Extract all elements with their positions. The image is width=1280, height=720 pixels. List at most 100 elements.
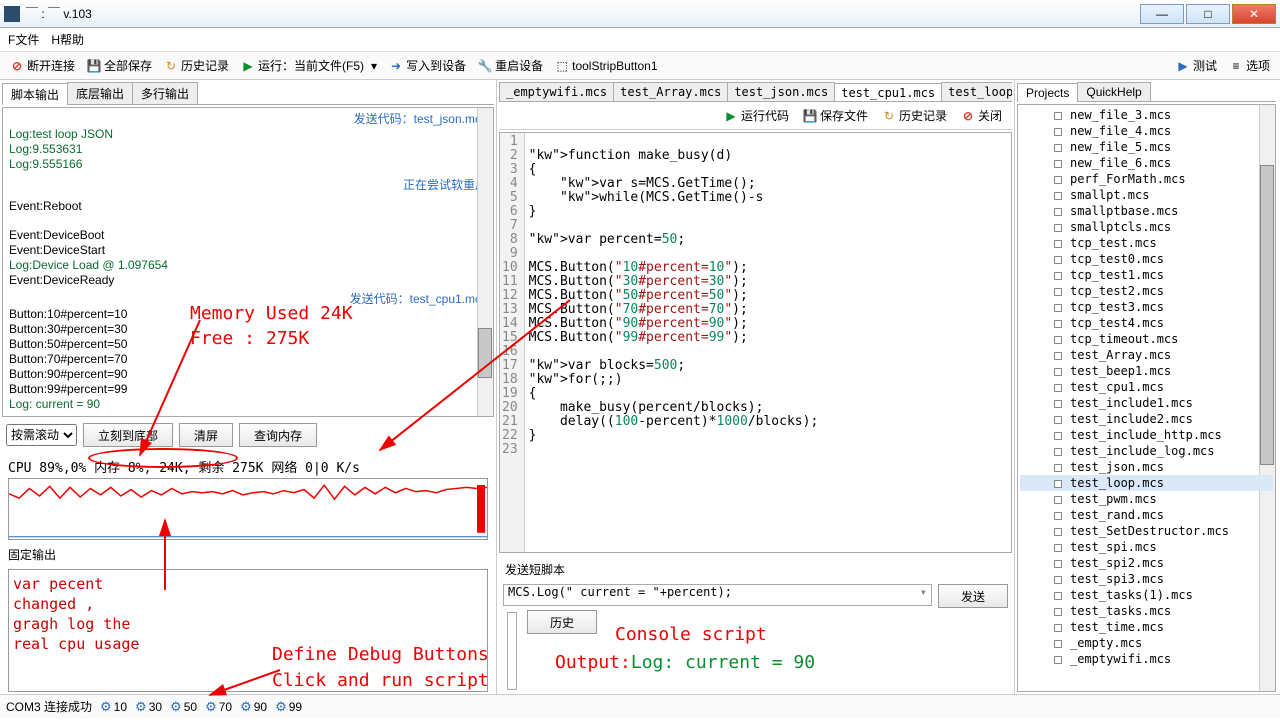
toolbar: ⊘断开连接 💾全部保存 ↻历史记录 ▶运行：当前文件(F5)▾ ➜写入到设备 🔧… xyxy=(0,52,1280,80)
log-line: Button:90#percent=90 xyxy=(9,367,487,382)
menu-file[interactable]: F文件 xyxy=(8,31,39,48)
project-tree[interactable]: new_file_3.mcsnew_file_4.mcsnew_file_5.m… xyxy=(1017,104,1276,692)
log-line: Event:DeviceBoot xyxy=(9,228,487,243)
editor-run-button[interactable]: ▶运行代码 xyxy=(720,105,793,126)
code-editor[interactable]: 1234567891011121314151617181920212223 "k… xyxy=(499,132,1012,553)
editor-save-button[interactable]: 💾保存文件 xyxy=(799,105,872,126)
send-button[interactable]: 发送 xyxy=(938,584,1008,608)
project-file[interactable]: test_tasks(1).mcs xyxy=(1020,587,1273,603)
log-line: 发送代码：test_json.mcs xyxy=(354,112,487,126)
send-script-input[interactable]: MCS.Log(" current = "+percent);▾ xyxy=(503,584,932,606)
app-icon xyxy=(4,6,20,22)
log-pane[interactable]: 发送代码：test_json.mcs Log:test loop JSON Lo… xyxy=(2,107,494,417)
close-icon: ⊘ xyxy=(961,109,975,123)
writedev-button[interactable]: ➜写入到设备 xyxy=(385,55,470,76)
file-tab[interactable]: _emptywifi.mcs xyxy=(499,82,614,101)
gear-icon: ⚙ xyxy=(170,699,182,715)
history-button[interactable]: ↻历史记录 xyxy=(160,55,233,76)
project-file[interactable]: new_file_3.mcs xyxy=(1020,107,1273,123)
gear-icon: ⚙ xyxy=(205,699,217,715)
project-file[interactable]: test_spi.mcs xyxy=(1020,539,1273,555)
project-file[interactable]: new_file_5.mcs xyxy=(1020,139,1273,155)
tab-script-output[interactable]: 脚本输出 xyxy=(2,83,68,105)
cpu-graph xyxy=(8,478,488,540)
debug-btn-90[interactable]: ⚙90 xyxy=(240,699,267,715)
debug-btn-50[interactable]: ⚙50 xyxy=(170,699,197,715)
project-file[interactable]: tcp_test2.mcs xyxy=(1020,283,1273,299)
debug-btn-99[interactable]: ⚙99 xyxy=(275,699,302,715)
tab-quickhelp[interactable]: QuickHelp xyxy=(1077,82,1150,101)
file-tab[interactable]: test_Array.mcs xyxy=(613,82,728,101)
project-file[interactable]: test_json.mcs xyxy=(1020,459,1273,475)
disconnect-button[interactable]: ⊘断开连接 xyxy=(6,55,79,76)
project-file[interactable]: test_beep1.mcs xyxy=(1020,363,1273,379)
tab-multiline-output[interactable]: 多行输出 xyxy=(132,82,198,104)
minimize-button[interactable]: — xyxy=(1140,4,1184,24)
project-file[interactable]: tcp_test4.mcs xyxy=(1020,315,1273,331)
fixed-output-label: 固定输出 xyxy=(2,542,494,567)
project-file[interactable]: test_spi2.mcs xyxy=(1020,555,1273,571)
project-file[interactable]: test_pwm.mcs xyxy=(1020,491,1273,507)
project-file[interactable]: test_loop.mcs xyxy=(1020,475,1273,491)
project-file[interactable]: test_include2.mcs xyxy=(1020,411,1273,427)
toolstrip-button[interactable]: ⬚toolStripButton1 xyxy=(551,57,661,75)
project-file[interactable]: test_SetDestructor.mcs xyxy=(1020,523,1273,539)
project-file[interactable]: test_time.mcs xyxy=(1020,619,1273,635)
querymem-button[interactable]: 查询内存 xyxy=(239,423,317,447)
port-status: COM3 连接成功 xyxy=(6,698,92,715)
tab-projects[interactable]: Projects xyxy=(1017,83,1078,102)
project-file[interactable]: test_rand.mcs xyxy=(1020,507,1273,523)
scroll-bottom-button[interactable]: 立刻到底部 xyxy=(83,423,173,447)
project-file[interactable]: test_include_http.mcs xyxy=(1020,427,1273,443)
send-history-button[interactable]: 历史 xyxy=(527,610,597,634)
project-file[interactable]: test_spi3.mcs xyxy=(1020,571,1273,587)
project-file[interactable]: test_tasks.mcs xyxy=(1020,603,1273,619)
project-file[interactable]: test_include1.mcs xyxy=(1020,395,1273,411)
tab-lowlevel-output[interactable]: 底层输出 xyxy=(67,82,133,104)
project-file[interactable]: tcp_timeout.mcs xyxy=(1020,331,1273,347)
log-scrollbar[interactable] xyxy=(477,108,493,416)
project-file[interactable]: smallpt.mcs xyxy=(1020,187,1273,203)
reset-icon: 🔧 xyxy=(478,59,492,73)
editor-close-button[interactable]: ⊘关闭 xyxy=(957,105,1006,126)
project-file[interactable]: new_file_6.mcs xyxy=(1020,155,1273,171)
saveall-button[interactable]: 💾全部保存 xyxy=(83,55,156,76)
run-button[interactable]: ▶运行：当前文件(F5)▾ xyxy=(237,55,381,76)
file-tab-active[interactable]: test_cpu1.mcs xyxy=(834,83,942,102)
scroll-mode-select[interactable]: 按需滚动 xyxy=(6,424,77,446)
menu-help[interactable]: H帮助 xyxy=(51,31,84,48)
project-file[interactable]: test_Array.mcs xyxy=(1020,347,1273,363)
project-file[interactable]: tcp_test0.mcs xyxy=(1020,251,1273,267)
file-tab[interactable]: test_loop.mcs xyxy=(941,82,1012,101)
project-file[interactable]: perf_ForMath.mcs xyxy=(1020,171,1273,187)
project-file[interactable]: smallptcls.mcs xyxy=(1020,219,1273,235)
log-line: Button:99#percent=99 xyxy=(9,382,487,397)
project-file[interactable]: tcp_test.mcs xyxy=(1020,235,1273,251)
debug-btn-10[interactable]: ⚙10 xyxy=(100,699,127,715)
log-line: Button:70#percent=70 xyxy=(9,352,487,367)
save-icon: 💾 xyxy=(803,109,817,123)
project-file[interactable]: tcp_test3.mcs xyxy=(1020,299,1273,315)
project-file[interactable]: _empty.mcs xyxy=(1020,635,1273,651)
titlebar: ￣ : ￣ v.103 — □ ✕ xyxy=(0,0,1280,28)
close-button[interactable]: ✕ xyxy=(1232,4,1276,24)
options-button[interactable]: ≡选项 xyxy=(1225,55,1274,76)
project-file[interactable]: tcp_test1.mcs xyxy=(1020,267,1273,283)
debug-btn-70[interactable]: ⚙70 xyxy=(205,699,232,715)
resetdev-button[interactable]: 🔧重启设备 xyxy=(474,55,547,76)
project-file[interactable]: test_cpu1.mcs xyxy=(1020,379,1273,395)
test-icon: ▶ xyxy=(1176,59,1190,73)
project-file[interactable]: new_file_4.mcs xyxy=(1020,123,1273,139)
file-tab[interactable]: test_json.mcs xyxy=(727,82,835,101)
output-tabs: 脚本输出 底层输出 多行输出 xyxy=(2,82,494,105)
maximize-button[interactable]: □ xyxy=(1186,4,1230,24)
project-file[interactable]: test_include_log.mcs xyxy=(1020,443,1273,459)
editor-history-button[interactable]: ↻历史记录 xyxy=(878,105,951,126)
project-file[interactable]: smallptbase.mcs xyxy=(1020,203,1273,219)
gear-icon: ⚙ xyxy=(275,699,287,715)
clear-button[interactable]: 清屏 xyxy=(179,423,233,447)
project-file[interactable]: _emptywifi.mcs xyxy=(1020,651,1273,667)
test-button[interactable]: ▶测试 xyxy=(1172,55,1221,76)
cpu-mem-status: CPU 89%,0% 内存 8%, 24K, 剩余 275K 网络 0|0 K/… xyxy=(2,453,494,476)
debug-btn-30[interactable]: ⚙30 xyxy=(135,699,162,715)
